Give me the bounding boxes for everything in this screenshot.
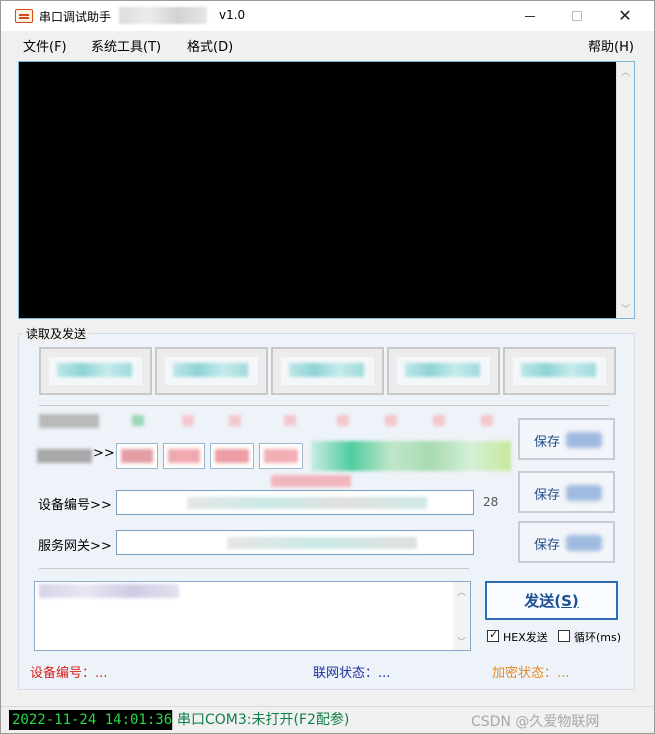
function-button-3[interactable]: [271, 347, 384, 395]
device-id-input[interactable]: [116, 490, 474, 515]
clock-display: 2022-11-24 14:01:36: [9, 710, 176, 730]
save-button-label: 保存: [534, 538, 561, 553]
redacted-label: [566, 485, 602, 501]
row2-label-suffix: >>: [93, 446, 115, 461]
menu-bar: 文件(F) 系统工具(T) 格式(D) 帮助(H): [1, 31, 654, 57]
data-cell[interactable]: [163, 443, 205, 469]
redacted-label: [405, 363, 480, 377]
device-id-label: 设备编号>>: [38, 498, 112, 513]
data-cell[interactable]: [259, 443, 303, 469]
redacted-marker: [132, 415, 144, 426]
network-status: 联网状态：...: [313, 666, 391, 681]
hex-send-checkbox[interactable]: [487, 628, 499, 642]
redacted-label: [289, 363, 364, 377]
encryption-status: 加密状态：...: [492, 666, 570, 681]
redacted-hint: [271, 475, 351, 487]
window-title: 串口调试助手: [39, 10, 112, 24]
send-textarea[interactable]: ︿ ﹀: [34, 581, 471, 651]
function-button-1[interactable]: [39, 347, 152, 395]
function-button-4[interactable]: [387, 347, 500, 395]
redacted-label: [173, 363, 248, 377]
loop-checkbox[interactable]: [558, 630, 570, 642]
data-cell[interactable]: [210, 443, 254, 469]
redacted-marker: [337, 415, 349, 426]
redacted-label: [566, 432, 602, 448]
minimize-icon: [525, 15, 535, 17]
redacted-label: [521, 363, 596, 377]
gateway-input[interactable]: [116, 530, 474, 555]
menu-tools[interactable]: 系统工具(T): [91, 36, 161, 55]
redacted-value: [187, 497, 427, 509]
scroll-up-icon[interactable]: ︿: [457, 585, 466, 598]
redacted-marker: [481, 415, 493, 426]
title-redacted-block: [119, 7, 207, 24]
save-button-1[interactable]: 保存: [518, 418, 615, 460]
redacted-value: [227, 537, 417, 549]
save-button-label: 保存: [534, 435, 561, 450]
function-button-5[interactable]: [503, 347, 616, 395]
send-button[interactable]: 发送 (S): [485, 581, 618, 620]
send-button-hotkey: (S): [554, 591, 579, 610]
menu-format[interactable]: 格式(D): [187, 36, 233, 55]
scroll-down-icon[interactable]: ﹀: [457, 635, 466, 648]
close-button[interactable]: ✕: [602, 1, 648, 31]
divider-bottom: [39, 568, 469, 569]
send-textarea-scrollbar[interactable]: ︿ ﹀: [453, 582, 470, 650]
scroll-down-icon[interactable]: ﹀: [621, 302, 630, 315]
redacted-marker: [182, 415, 194, 426]
hex-send-label: HEX发送: [503, 631, 548, 644]
redacted-label: [566, 535, 602, 551]
serial-port-app-icon: [15, 9, 33, 23]
redacted-marker: [385, 415, 397, 426]
save-button-2[interactable]: 保存: [518, 471, 615, 513]
minimize-button[interactable]: [507, 1, 553, 31]
send-button-label: 发送: [524, 592, 555, 610]
watermark: CSDN @久爱物联网: [471, 714, 600, 730]
redacted-cells-blur: [311, 441, 511, 471]
receive-display[interactable]: ︿ ﹀: [18, 61, 635, 319]
divider-top: [39, 405, 609, 406]
window-version: v1.0: [219, 8, 246, 22]
app-window: 串口调试助手 v1.0 ✕ 文件(F) 系统工具(T) 格式(D) 帮助(H) …: [0, 0, 655, 734]
redacted-row-label: [39, 414, 99, 428]
redacted-marker: [229, 415, 241, 426]
menu-file[interactable]: 文件(F): [23, 36, 67, 55]
device-id-status: 设备编号：...: [30, 666, 108, 681]
redacted-send-text: [39, 584, 179, 598]
function-button-2[interactable]: [155, 347, 268, 395]
loop-label: 循环(ms): [574, 631, 622, 644]
close-icon: ✕: [618, 6, 632, 25]
redacted-row2-label: [37, 449, 92, 463]
receive-display-screen: [19, 62, 616, 318]
gateway-label: 服务网关>>: [38, 539, 112, 554]
maximize-icon: [572, 11, 582, 21]
read-send-group-legend: 读取及发送: [23, 325, 90, 342]
redacted-marker: [284, 415, 296, 426]
device-id-length: 28: [483, 495, 499, 509]
maximize-button[interactable]: [554, 1, 600, 31]
save-button-label: 保存: [534, 488, 561, 503]
redacted-label: [57, 363, 132, 377]
receive-display-scrollbar[interactable]: ︿ ﹀: [616, 62, 634, 318]
data-cell[interactable]: [116, 443, 158, 469]
redacted-marker: [433, 415, 445, 426]
menu-help[interactable]: 帮助(H): [588, 36, 634, 55]
status-bar: 2022-11-24 14:01:36 串口COM3:未打开(F2配参) CSD…: [1, 706, 654, 733]
save-button-3[interactable]: 保存: [518, 521, 615, 563]
scroll-up-icon[interactable]: ︿: [621, 65, 630, 78]
title-bar: 串口调试助手 v1.0 ✕: [1, 1, 654, 31]
port-status[interactable]: 串口COM3:未打开(F2配参): [172, 710, 354, 730]
